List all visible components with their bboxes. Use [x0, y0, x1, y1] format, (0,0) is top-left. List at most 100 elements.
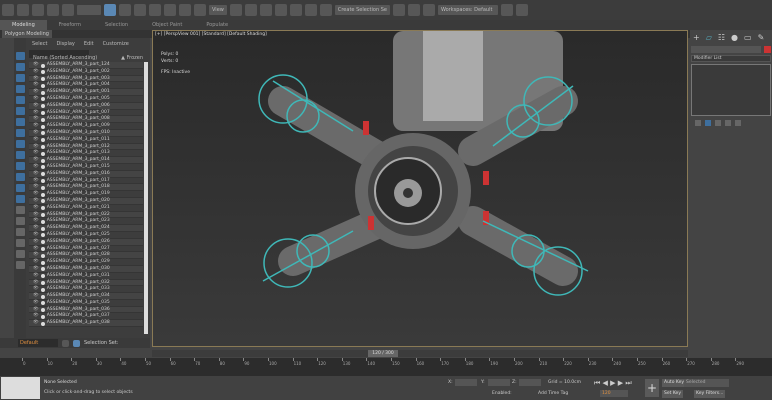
- visibility-icon[interactable]: 👁: [33, 259, 39, 265]
- visibility-icon[interactable]: 👁: [33, 116, 39, 122]
- outliner-row[interactable]: 👁 ASSEMBLY_ARM_3_part_005: [29, 96, 143, 103]
- outliner-row[interactable]: 👁 ASSEMBLY_ARM_3_part_034: [29, 293, 143, 300]
- track-bar[interactable]: 0 10 20 30 40 50 60 70 80 90 100 110 120 130 140 150 160…: [0, 358, 772, 376]
- key-filters-button[interactable]: Key Filters...: [694, 390, 726, 398]
- rect-select-icon[interactable]: [134, 4, 146, 16]
- outliner-row[interactable]: 👁 ASSEMBLY_ARM_3_part_011: [29, 137, 143, 144]
- explorer-filter-icon[interactable]: [15, 261, 25, 269]
- visibility-icon[interactable]: 👁: [33, 164, 39, 170]
- create-tab-icon[interactable]: +: [693, 33, 700, 42]
- column-name[interactable]: Name (Sorted Ascending): [33, 54, 97, 62]
- visibility-icon[interactable]: 👁: [33, 96, 39, 102]
- outliner-row[interactable]: 👁 ASSEMBLY_ARM_3_part_029: [29, 259, 143, 266]
- ribbon-tab-modeling[interactable]: Modeling: [0, 20, 47, 30]
- set-key-icon[interactable]: +: [645, 379, 659, 397]
- visibility-icon[interactable]: 👁: [33, 150, 39, 156]
- outliner-menu-customize[interactable]: Customize: [103, 41, 129, 47]
- visibility-icon[interactable]: 👁: [33, 171, 39, 177]
- visibility-icon[interactable]: 👁: [33, 252, 39, 258]
- visibility-icon[interactable]: 👁: [33, 212, 39, 218]
- outliner-row[interactable]: 👁 ASSEMBLY_ARM_3_part_024: [29, 225, 143, 232]
- visibility-icon[interactable]: 👁: [33, 130, 39, 136]
- outliner-row[interactable]: 👁 ASSEMBLY_ARM_3_part_030: [29, 265, 143, 273]
- perspective-viewport[interactable]: [+] [PerspView 001] [Standard] [Default …: [152, 30, 688, 347]
- set-key-button[interactable]: Set Key: [662, 390, 683, 398]
- object-color-swatch[interactable]: [764, 46, 771, 53]
- select-by-name-icon[interactable]: [119, 4, 131, 16]
- playback-controls[interactable]: ⏮ ◀ ▶ ▶ ⏭: [594, 379, 632, 388]
- visibility-icon[interactable]: 👁: [33, 232, 39, 238]
- explorer-filter-icon[interactable]: [15, 250, 25, 258]
- snap-icon[interactable]: [244, 4, 257, 16]
- auto-key-button[interactable]: Auto Key: [662, 379, 687, 387]
- visibility-icon[interactable]: 👁: [33, 110, 39, 116]
- current-frame-field[interactable]: 120: [600, 390, 628, 397]
- outliner-row[interactable]: 👁 ASSEMBLY_ARM_3_part_010: [29, 129, 143, 137]
- bind-spacewarp-icon[interactable]: [62, 4, 74, 16]
- key-mode-dropdown[interactable]: Selected: [684, 379, 729, 387]
- material-editor-icon[interactable]: [422, 4, 435, 16]
- mirror-icon[interactable]: [304, 4, 317, 16]
- explorer-filter-icon[interactable]: [15, 85, 25, 93]
- utilities-tab-icon[interactable]: ✎: [758, 33, 765, 42]
- visibility-icon[interactable]: 👁: [33, 239, 39, 245]
- visibility-icon[interactable]: 👁: [33, 218, 39, 224]
- render-icon[interactable]: [515, 4, 528, 16]
- hierarchy-tab-icon[interactable]: ☷: [718, 33, 725, 42]
- outliner-menu-edit[interactable]: Edit: [84, 41, 94, 47]
- visibility-icon[interactable]: 👁: [33, 137, 39, 143]
- visibility-icon[interactable]: 👁: [33, 300, 39, 306]
- outliner-row[interactable]: 👁 ASSEMBLY_ARM_3_part_002: [29, 69, 143, 76]
- layer-icon[interactable]: [392, 4, 405, 16]
- align-icon[interactable]: [319, 4, 332, 16]
- polygon-modeling-tab[interactable]: Polygon Modeling: [2, 30, 52, 38]
- explorer-filter-icon[interactable]: [15, 63, 25, 71]
- modifier-list-dropdown[interactable]: Modifier List: [691, 55, 771, 62]
- undo-icon[interactable]: [2, 4, 14, 16]
- outliner-row[interactable]: 👁 ASSEMBLY_ARM_3_part_006: [29, 102, 143, 110]
- explorer-filter-icon[interactable]: [15, 74, 25, 82]
- outliner-row[interactable]: 👁 ASSEMBLY_ARM_3_part_026: [29, 238, 143, 246]
- reference-coordinate-dropdown[interactable]: View: [209, 5, 227, 15]
- explorer-filter-icon[interactable]: [15, 96, 25, 104]
- explorer-filter-icon[interactable]: [15, 151, 25, 159]
- explorer-filter-icon[interactable]: [15, 107, 25, 115]
- add-time-tag[interactable]: Add Time Tag: [538, 391, 568, 396]
- object-name-field[interactable]: [691, 46, 761, 53]
- outliner-row[interactable]: 👁 ASSEMBLY_ARM_3_part_014: [29, 157, 143, 164]
- outliner-row[interactable]: 👁 ASSEMBLY_ARM_3_part_021: [29, 205, 143, 212]
- outliner-row[interactable]: 👁 ASSEMBLY_ARM_3_part_019: [29, 191, 143, 198]
- visibility-icon[interactable]: 👁: [33, 178, 39, 184]
- explorer-filter-icon[interactable]: [15, 140, 25, 148]
- move-icon[interactable]: [164, 4, 176, 16]
- explorer-filter-icon[interactable]: [15, 52, 25, 60]
- visibility-icon[interactable]: 👁: [33, 205, 39, 211]
- outliner-row[interactable]: 👁 ASSEMBLY_ARM_3_part_020: [29, 197, 143, 205]
- graph-editor-icon[interactable]: [407, 4, 420, 16]
- configure-sets-icon[interactable]: [735, 120, 741, 126]
- ribbon-tab-populate[interactable]: Populate: [194, 20, 240, 30]
- explorer-filter-icon[interactable]: [15, 195, 25, 203]
- visibility-icon[interactable]: 👁: [33, 286, 39, 292]
- visibility-icon[interactable]: 👁: [33, 307, 39, 313]
- outliner-row[interactable]: 👁 ASSEMBLY_ARM_3_part_035: [29, 300, 143, 307]
- ribbon-tab-selection[interactable]: Selection: [93, 20, 140, 30]
- visibility-icon[interactable]: 👁: [33, 144, 39, 150]
- outliner-row[interactable]: 👁 ASSEMBLY_ARM_3_part_025: [29, 232, 143, 239]
- layer-dropdown[interactable]: Default: [18, 339, 58, 347]
- window-crossing-icon[interactable]: [149, 4, 161, 16]
- visibility-icon[interactable]: 👁: [33, 225, 39, 231]
- display-tab-icon[interactable]: ▭: [744, 33, 752, 42]
- z-coordinate-field[interactable]: [519, 379, 541, 386]
- time-slider[interactable]: 120 / 300: [152, 350, 688, 357]
- angle-snap-icon[interactable]: [259, 4, 272, 16]
- outliner-row[interactable]: 👁 ASSEMBLY_ARM_3_part_038: [29, 320, 143, 328]
- visibility-icon[interactable]: 👁: [33, 82, 39, 88]
- explorer-filter-icon[interactable]: [15, 173, 25, 181]
- visibility-icon[interactable]: 👁: [33, 313, 39, 319]
- visibility-icon[interactable]: 👁: [33, 198, 39, 204]
- named-selection-set[interactable]: Create Selection Se: [334, 5, 390, 15]
- outliner-scrollbar[interactable]: [144, 62, 148, 334]
- time-slider-thumb[interactable]: 120 / 300: [368, 350, 398, 357]
- visibility-icon[interactable]: 👁: [33, 123, 39, 129]
